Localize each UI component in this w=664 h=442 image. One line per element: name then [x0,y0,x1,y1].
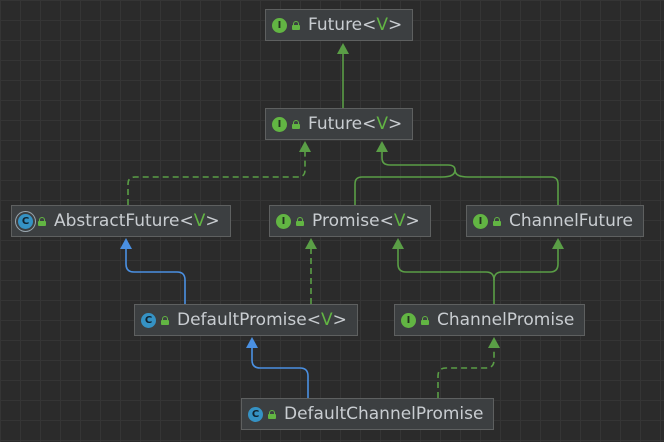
edge-abstract-future-to-future [127,145,306,205]
arrowhead [299,141,311,152]
edge-default-promise-to-abstract-future [125,242,186,304]
node-label: Future [308,15,363,35]
node-future-top[interactable]: I Future < V > [265,9,414,41]
node-label: ChannelPromise [437,310,575,330]
edge-channel-promise-to-channel-future [493,242,559,281]
edge-channel-promise-to-promise [397,242,495,304]
class-icon: C [141,312,156,328]
node-channel-future[interactable]: I ChannelFuture [466,205,644,237]
arrowhead [392,238,404,249]
node-label: DefaultChannelPromise [284,404,484,424]
lock-icon [421,315,429,325]
node-label: DefaultPromise [177,310,307,330]
node-label: AbstractFuture [54,211,180,231]
interface-icon: I [276,213,291,229]
type-param: V [376,114,389,134]
type-param: V [193,211,206,231]
lock-icon [296,216,304,226]
type-param: V [376,15,389,35]
node-channel-promise[interactable]: I ChannelPromise [394,304,586,336]
arrowhead [488,337,500,348]
node-promise[interactable]: I Promise < V > [269,205,431,237]
lock-icon [292,119,300,129]
edge-channel-future-to-future [454,169,559,205]
abstract-class-icon: C [18,213,33,229]
edge-default-channel-promise-to-default-promise [251,341,309,398]
lock-icon [268,409,276,419]
arrowhead [246,337,258,348]
arrowhead [337,43,349,54]
arrowhead [552,238,564,249]
type-param: V [320,310,333,330]
node-future-mid[interactable]: I Future < V > [265,108,414,140]
node-default-promise[interactable]: C DefaultPromise < V > [134,304,358,336]
edge-default-channel-promise-to-channel-promise [437,341,495,398]
node-label: ChannelFuture [509,211,633,231]
lock-icon [161,315,169,325]
node-default-channel-promise[interactable]: C DefaultChannelPromise [241,398,495,430]
lock-icon [38,216,46,226]
arrowhead [120,238,132,249]
interface-icon: I [401,312,416,328]
arrowhead [305,238,317,249]
interface-icon: I [272,116,287,132]
type-param: V [393,211,406,231]
edge-promise-to-future [354,145,456,205]
interface-icon: I [473,213,488,229]
interface-icon: I [272,17,287,33]
node-abstract-future[interactable]: C AbstractFuture < V > [11,205,231,237]
node-label: Future [308,114,363,134]
class-icon: C [248,406,263,422]
lock-icon [493,216,501,226]
arrowhead [376,141,388,152]
lock-icon [292,20,300,30]
node-label: Promise [312,211,380,231]
